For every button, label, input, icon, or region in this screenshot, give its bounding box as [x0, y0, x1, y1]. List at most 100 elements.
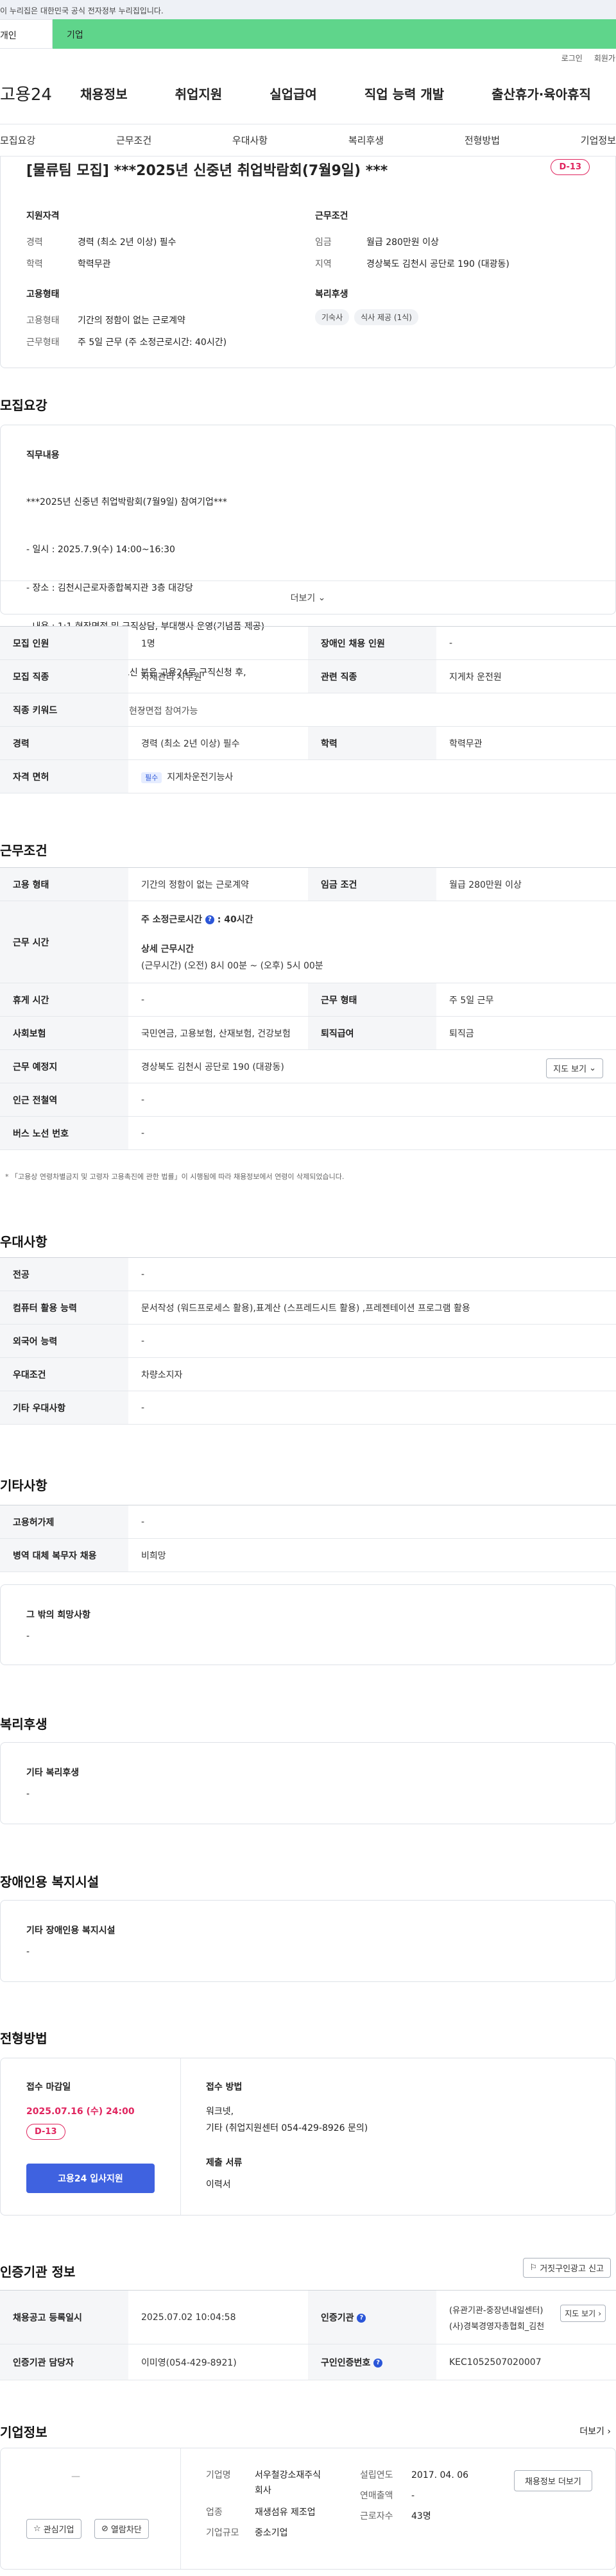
table-row: 사회보험 국민연금, 고용보험, 산재보험, 건강보험 퇴직급여 퇴직금: [0, 1016, 616, 1050]
value: 주 5일 근무 (주 소정근로시간: 40시간): [78, 337, 227, 348]
divider: [180, 2448, 181, 2569]
value: 학력무관: [78, 259, 111, 269]
value: 자재관리 사무원: [128, 659, 308, 693]
signup-link[interactable]: 회원가입: [594, 53, 616, 63]
table-row: 고용 형태 기간의 정함이 없는 근로계약 임금 조건 월급 280만원 이상: [0, 867, 616, 901]
label: 채용공고 등록일시: [0, 2290, 128, 2344]
label: 업종: [206, 2507, 223, 2518]
company-card: — ☆ 관심기업 ⊘ 열람차단 기업명 서우철강소재주식 회사 업종 재생섬유 제조업 기…: [0, 2448, 616, 2570]
table-row: 고용허가제 -: [0, 1505, 616, 1539]
box-value: -: [26, 1947, 30, 1957]
label: 상세 근무시간: [141, 944, 194, 954]
value: -: [128, 1391, 616, 1425]
license-name: 지게차운전기능사: [167, 772, 234, 783]
report-ad-button[interactable]: ⚐ 거짓구인광고 신고: [522, 2258, 611, 2278]
disab-box: 기타 장애인용 복지시설 -: [0, 1900, 616, 1982]
favorite-company-button[interactable]: ☆ 관심기업: [26, 2519, 81, 2539]
value: 2025.07.02 10:04:58: [128, 2290, 308, 2344]
tab-company[interactable]: 기업: [53, 19, 616, 49]
deadline-value: 2025.07.16 (수) 24:00: [26, 2106, 135, 2117]
map-button[interactable]: 지도 보기 ⌄: [546, 1058, 603, 1078]
box-value: -: [26, 1789, 30, 1799]
chevron-down-icon: ⌄: [589, 1063, 596, 1073]
gnb-jobs[interactable]: 채용정보: [80, 84, 128, 103]
divider: [180, 2058, 181, 2215]
box-title: 기타 복리후생: [26, 1768, 80, 1778]
table-row: 기타 우대사항 -: [0, 1391, 616, 1425]
user-type-tabs: 개인 기업: [0, 19, 616, 49]
value: 경력 (최소 2년 이상) 필수: [78, 237, 176, 248]
label: 모집 직종: [0, 659, 128, 693]
table-row: 근무 예정지 경상북도 김천시 공단로 190 (대광동) 지도 보기 ⌄: [0, 1049, 616, 1083]
box-title: 그 밖의 희망사항: [26, 1610, 90, 1620]
duty-line: ***2025년 신중년 취업박람회(7월9일) 참여기업***: [26, 497, 227, 507]
value: -: [436, 626, 616, 660]
site-logo[interactable]: 고용24: [0, 81, 80, 105]
etc-hope-box: 그 밖의 희망사항 -: [0, 1584, 616, 1665]
value: 기간의 정함이 없는 근로계약: [128, 867, 308, 901]
company-jobs-button[interactable]: 채용정보 더보기: [514, 2470, 592, 2491]
gnb-support[interactable]: 취업지원: [175, 84, 223, 103]
label: 전공: [0, 1257, 128, 1291]
subnav-recruit[interactable]: 모집요강: [0, 133, 35, 147]
section-title-company: 기업정보: [0, 2425, 47, 2440]
subnav-screen[interactable]: 전형방법: [465, 133, 500, 147]
label: 연매출액: [360, 2491, 393, 2501]
block-view-button[interactable]: ⊘ 열람차단: [94, 2519, 149, 2539]
table-row: 인증기관 담당자 이미영(054-429-8921) 구인인증번호 ? KEC1052…: [0, 2344, 616, 2380]
value: 경력 (최소 2년 이상) 필수: [128, 726, 308, 760]
map-button[interactable]: 지도 보기 ›: [560, 2305, 606, 2322]
subnav-company[interactable]: 기업정보: [581, 133, 616, 147]
label: 휴게 시간: [0, 983, 128, 1017]
company-more-link[interactable]: 더보기 ›: [579, 2425, 611, 2437]
label: 우대조건: [0, 1357, 128, 1391]
value: -: [411, 2491, 415, 2501]
label: 기타 우대사항: [0, 1391, 128, 1425]
label: 버스 노선 번호: [0, 1116, 128, 1150]
value: 국민연금, 고용보험, 산재보험, 건강보험: [128, 1016, 308, 1050]
gnb-benefit[interactable]: 실업급여: [270, 84, 317, 103]
more-button[interactable]: 더보기 ⌄: [1, 580, 615, 614]
docs-title: 제출 서류: [206, 2158, 243, 2168]
dday-badge: D-13: [551, 159, 590, 175]
value: 퇴직금: [436, 1016, 616, 1050]
cond-title: 근무조건: [315, 211, 348, 221]
job-title: [물류팀 모집] ***2025년 신중년 취업박람회(7월9일) ***: [26, 163, 388, 179]
value: 차량소지자: [128, 1357, 616, 1391]
chevron-right-icon: ›: [598, 2309, 601, 2318]
emp-title: 고용형태: [26, 289, 60, 300]
subnav-work[interactable]: 근무조건: [116, 133, 151, 147]
dday-badge: D-13: [26, 2124, 65, 2140]
apply-button[interactable]: 고용24 입사지원: [26, 2164, 155, 2193]
section-title-benefit: 복리후생: [0, 1716, 47, 1732]
table-row: 모집 직종 자재관리 사무원 관련 직종 지게차 운전원: [0, 659, 616, 693]
agency-table: 채용공고 등록일시 2025.07.02 10:04:58 인증기관 ? (유관기관-…: [0, 2290, 616, 2380]
gnb-training[interactable]: 직업 능력 개발: [364, 84, 444, 103]
table-row: 경력 경력 (최소 2년 이상) 필수 학력 학력무관: [0, 726, 616, 760]
value: 1명: [128, 626, 308, 660]
gnb-leave[interactable]: 출산휴가·육아휴직: [492, 84, 591, 103]
block-icon: ⊘: [101, 2524, 108, 2534]
welfare-title: 복리후생: [315, 289, 348, 300]
subnav-welfare[interactable]: 복리후생: [348, 133, 384, 147]
help-icon[interactable]: ?: [357, 2313, 366, 2323]
section-title-screen: 전형방법: [0, 2031, 47, 2046]
section-nav: 모집요강 근무조건 우대사항 복리후생 전형방법 기업정보: [0, 124, 616, 157]
recruit-table: 모집 인원 1명 장애인 채용 인원 - 모집 직종 자재관리 사무원 관련 직종 지게차 …: [0, 626, 616, 793]
value: 이미영(054-429-8921): [128, 2344, 308, 2380]
address: 경상북도 김천시 공단로 190 (대광동): [141, 1062, 284, 1072]
help-icon[interactable]: ?: [205, 915, 214, 924]
label: 근무 예정지: [0, 1049, 128, 1083]
value: -: [128, 693, 616, 727]
help-icon[interactable]: ?: [373, 2358, 383, 2368]
global-nav: 고용24 채용정보 취업지원 실업급여 직업 능력 개발 출산휴가·육아휴직: [0, 63, 616, 124]
table-row: 버스 노선 번호 -: [0, 1116, 616, 1150]
duty-line: - 일시 : 2025.7.9(수) 14:00~16:30: [26, 545, 175, 555]
subnav-pref[interactable]: 우대사항: [232, 133, 268, 147]
login-link[interactable]: 로그인: [561, 53, 583, 63]
value: 2017. 04. 06: [411, 2470, 469, 2480]
table-row: 모집 인원 1명 장애인 채용 인원 -: [0, 626, 616, 660]
tab-personal[interactable]: 개인: [0, 19, 53, 49]
label: 근무형태: [26, 337, 60, 348]
company-logo: —: [71, 2471, 80, 2482]
